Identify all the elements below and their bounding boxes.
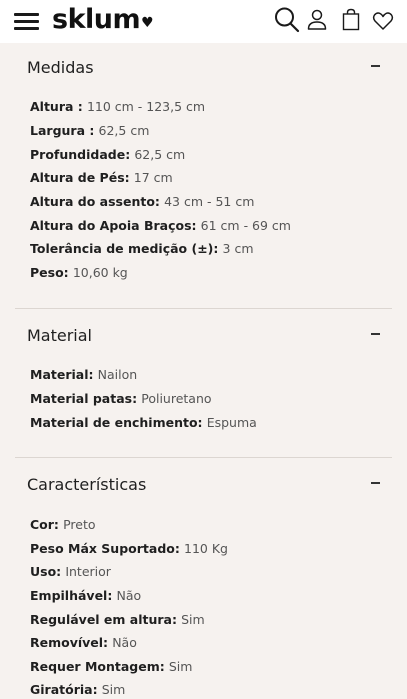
spec-row: Regulável em altura: Sim [30, 612, 205, 628]
spec-label: Peso: [30, 265, 69, 280]
section-medidas: Medidas Altura : 110 cm - 123,5 cm Largu… [0, 43, 407, 308]
spec-label: Altura : [30, 99, 83, 114]
spec-row: Peso Máx Suportado: 110 Kg [30, 541, 228, 557]
spec-value: 110 Kg [184, 541, 228, 556]
brand-heart-icon: ♥ [141, 15, 154, 31]
section-header-material[interactable]: Material [0, 311, 407, 361]
spec-label: Uso: [30, 564, 62, 579]
spec-value: Sim [101, 682, 126, 697]
spec-row: Material: Nailon [30, 367, 137, 383]
spec-value: 10,60 kg [72, 265, 128, 280]
spec-row: Material patas: Poliuretano [30, 391, 212, 407]
spec-row: Requer Montagem: Sim [30, 659, 192, 675]
spec-label: Giratória: [30, 682, 98, 697]
spec-row: Removível: Não [30, 635, 137, 651]
spec-row: Altura do assento: 43 cm - 51 cm [30, 194, 254, 210]
spec-label: Removível: [30, 635, 109, 650]
spec-label: Profundidade: [30, 147, 131, 162]
section-material: Material Material: Nailon Material patas… [0, 311, 407, 456]
spec-row: Empilhável: Não [30, 588, 141, 604]
section-header-caracteristicas[interactable]: Características [0, 460, 407, 510]
spec-row: Cor: Preto [30, 517, 96, 533]
spec-label: Tolerância de medição (±): [30, 241, 219, 256]
spec-label: Empilhável: [30, 588, 113, 603]
spec-label: Material patas: [30, 391, 138, 406]
spec-value: 62,5 cm [134, 147, 186, 162]
spec-row: Altura de Pés: 17 cm [30, 170, 173, 186]
spec-value: 43 cm - 51 cm [164, 194, 255, 209]
spec-label: Regulável em altura: [30, 612, 177, 627]
spec-value: 110 cm - 123,5 cm [86, 99, 206, 114]
spec-value: 61 cm - 69 cm [200, 218, 291, 233]
collapse-minus-icon[interactable] [371, 65, 380, 67]
section-divider [15, 457, 392, 458]
hamburger-menu-icon[interactable] [14, 11, 40, 31]
collapse-minus-icon[interactable] [371, 333, 380, 335]
spec-label: Material de enchimento: [30, 415, 203, 430]
spec-row: Material de enchimento: Espuma [30, 415, 257, 431]
spec-row: Altura do Apoia Braços: 61 cm - 69 cm [30, 218, 291, 234]
search-icon[interactable] [274, 6, 300, 34]
shopping-bag-icon[interactable] [342, 8, 360, 31]
spec-value: 3 cm [222, 241, 254, 256]
spec-value: 62,5 cm [98, 123, 150, 138]
spec-row: Giratória: Sim [30, 682, 125, 698]
spec-value: Não [116, 588, 142, 603]
spec-label: Altura de Pés: [30, 170, 130, 185]
spec-label: Altura do Apoia Braços: [30, 218, 197, 233]
spec-label: Peso Máx Suportado: [30, 541, 180, 556]
spec-row: Altura : 110 cm - 123,5 cm [30, 99, 205, 115]
spec-value: Preto [63, 517, 96, 532]
heart-icon[interactable] [372, 11, 394, 31]
collapse-minus-icon[interactable] [371, 482, 380, 484]
spec-label: Largura : [30, 123, 95, 138]
spec-row: Tolerância de medição (±): 3 cm [30, 241, 254, 257]
spec-value: Espuma [206, 415, 257, 430]
section-divider [15, 308, 392, 309]
spec-row: Largura : 62,5 cm [30, 123, 149, 139]
section-title: Material [27, 326, 92, 345]
spec-label: Altura do assento: [30, 194, 160, 209]
spec-value: Sim [168, 659, 193, 674]
spec-row: Peso: 10,60 kg [30, 265, 128, 281]
brand-logo[interactable]: sklum♥ [52, 3, 154, 41]
spec-value: Interior [65, 564, 111, 579]
section-title: Medidas [27, 58, 94, 77]
spec-row: Profundidade: 62,5 cm [30, 147, 185, 163]
user-icon[interactable] [307, 9, 327, 31]
top-header: sklum♥ [0, 0, 407, 43]
spec-row: Uso: Interior [30, 564, 111, 580]
spec-label: Cor: [30, 517, 59, 532]
spec-value: Nailon [97, 367, 138, 382]
brand-name: sklum [52, 4, 141, 35]
spec-value: 17 cm [133, 170, 173, 185]
spec-label: Requer Montagem: [30, 659, 165, 674]
spec-value: Não [112, 635, 137, 650]
section-title: Características [27, 475, 147, 494]
spec-label: Material: [30, 367, 94, 382]
section-header-medidas[interactable]: Medidas [0, 43, 407, 93]
spec-value: Poliuretano [141, 391, 212, 406]
spec-value: Sim [181, 612, 205, 627]
section-caracteristicas: Características Cor: Preto Peso Máx Supo… [0, 460, 407, 699]
